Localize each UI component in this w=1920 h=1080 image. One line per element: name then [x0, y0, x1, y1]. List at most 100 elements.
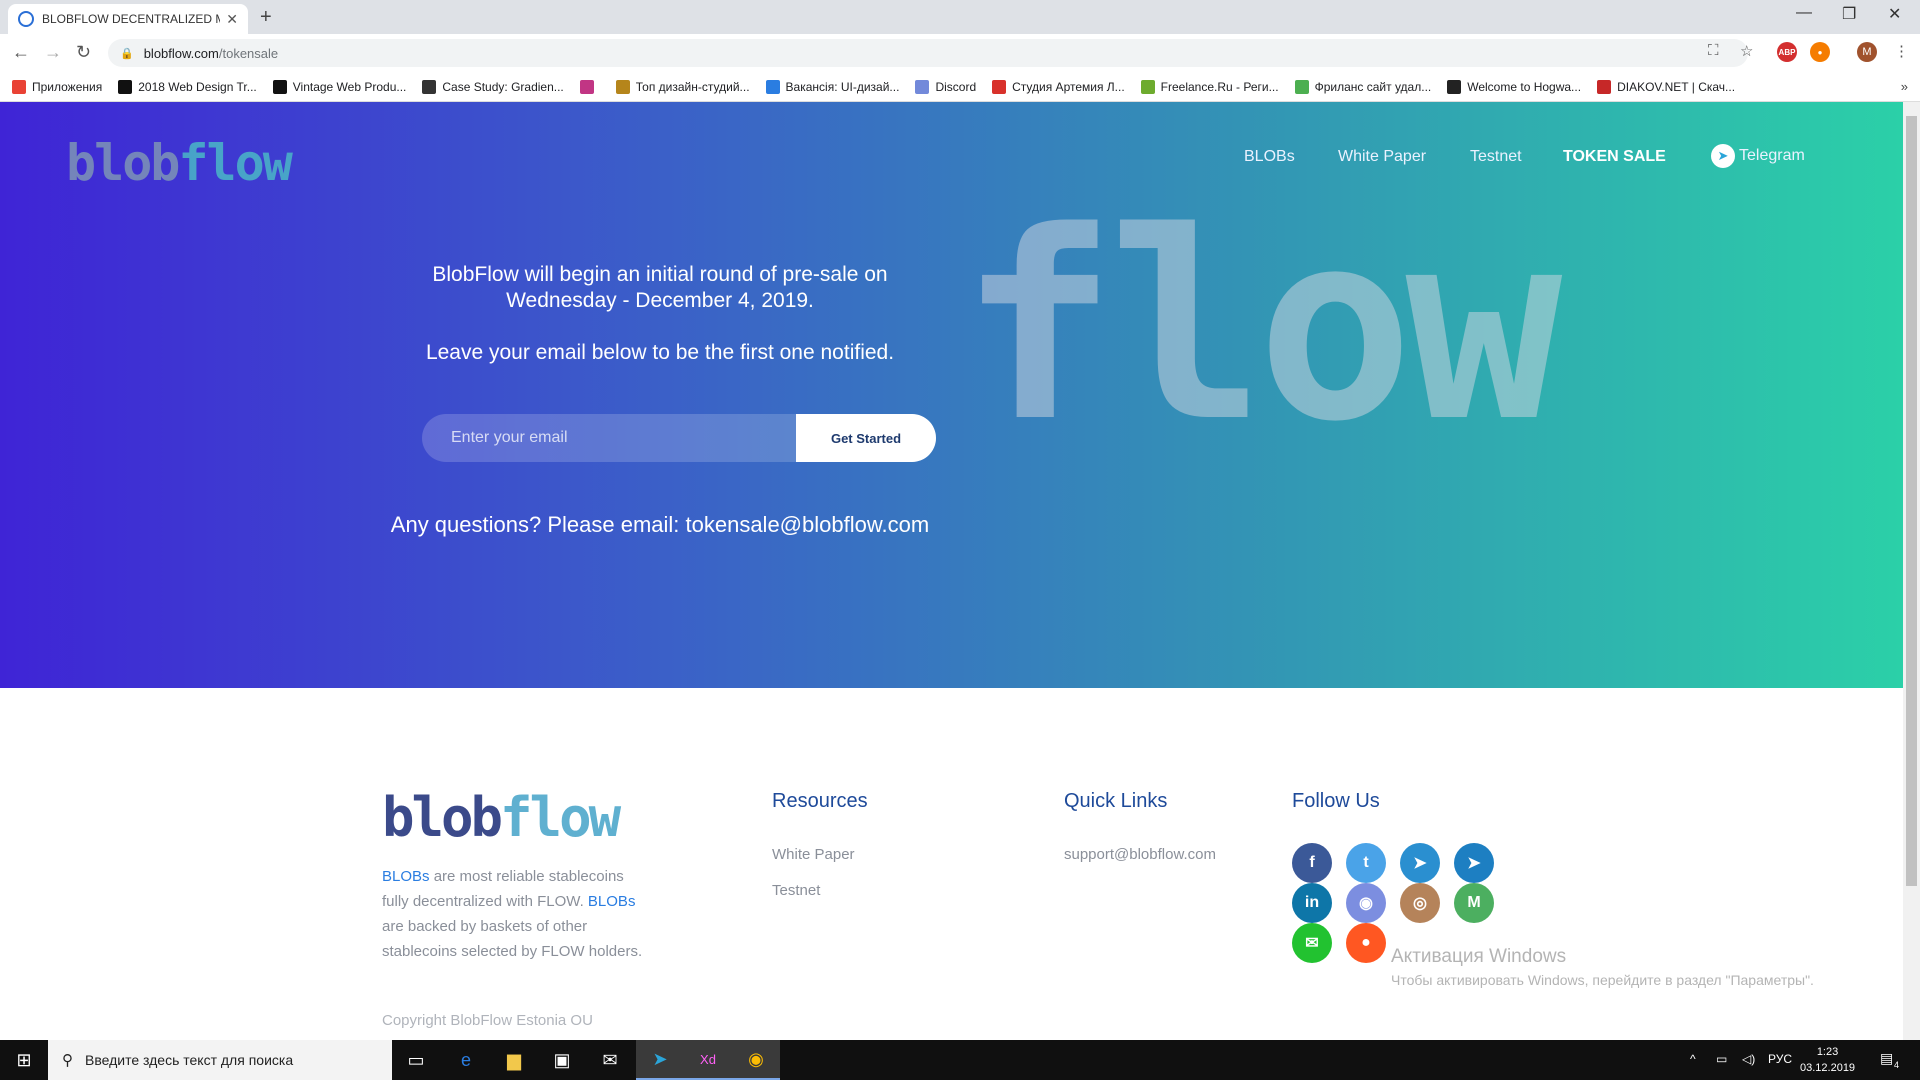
- hero-section: blobflow BLOBs White Paper Testnet TOKEN…: [0, 102, 1903, 688]
- file-explorer-icon[interactable]: ▆: [490, 1040, 538, 1080]
- volume-icon[interactable]: ◁): [1742, 1052, 1755, 1066]
- notify-text: Leave your email below to be the first o…: [425, 341, 895, 364]
- telegram-alt-icon[interactable]: ➤: [1454, 843, 1494, 883]
- translate-icon[interactable]: ⛶: [1708, 42, 1719, 59]
- back-icon[interactable]: ←: [12, 42, 30, 63]
- discord-icon[interactable]: ◉: [1346, 883, 1386, 923]
- studio-icon: [992, 79, 1007, 94]
- facebook-icon[interactable]: f: [1292, 843, 1332, 883]
- uxpin-icon: [118, 79, 133, 94]
- bookmark-item[interactable]: Приложения: [12, 79, 102, 94]
- nav-testnet[interactable]: Testnet: [1470, 148, 1522, 166]
- fl-icon: [1294, 79, 1309, 94]
- bookmark-item[interactable]: DIAKOV.NET | Скач...: [1597, 79, 1735, 94]
- taskbar-search-placeholder: Введите здесь текст для поиска: [85, 1052, 294, 1068]
- bookmark-item[interactable]: Фриланс сайт удал...: [1294, 79, 1431, 94]
- bookmark-label: Discord: [935, 79, 977, 94]
- follow-us-title: Follow Us: [1292, 790, 1380, 812]
- bookmark-item[interactable]: Welcome to Hogwa...: [1447, 79, 1582, 94]
- blobs-link[interactable]: BLOBs: [588, 893, 636, 910]
- medium-icon[interactable]: M: [1454, 883, 1494, 923]
- profile-avatar[interactable]: M: [1857, 42, 1877, 62]
- edge-icon[interactable]: e: [442, 1040, 490, 1080]
- telegram-icon[interactable]: ➤: [1400, 843, 1440, 883]
- nav-white-paper[interactable]: White Paper: [1338, 148, 1426, 166]
- bookmark-item[interactable]: [579, 79, 600, 94]
- reload-icon[interactable]: ↻: [76, 42, 91, 63]
- bookmark-label: Вакансія: UI-дизай...: [785, 79, 900, 94]
- extension-icon[interactable]: ●: [1810, 42, 1830, 62]
- mail-icon[interactable]: ✉: [586, 1040, 634, 1080]
- windows-activation-watermark: Активация Windows Чтобы активировать Win…: [1391, 946, 1814, 988]
- footer-link-testnet[interactable]: Testnet: [772, 882, 820, 899]
- clock-date: 03.12.2019: [1800, 1062, 1856, 1074]
- bookmark-label: Welcome to Hogwa...: [1467, 79, 1582, 94]
- instagram-icon[interactable]: ◎: [1400, 883, 1440, 923]
- url-path: /tokensale: [218, 45, 279, 61]
- bookmark-star-icon[interactable]: ☆: [1740, 42, 1753, 60]
- quick-links-title: Quick Links: [1064, 790, 1168, 812]
- bookmark-item[interactable]: Вакансія: UI-дизай...: [765, 79, 900, 94]
- target-icon: [765, 79, 780, 94]
- wechat-icon[interactable]: ✉: [1292, 923, 1332, 963]
- footer-logo: blobflow: [382, 786, 621, 849]
- language-indicator[interactable]: РУС: [1768, 1052, 1792, 1066]
- bookmark-item[interactable]: 2018 Web Design Tr...: [118, 79, 257, 94]
- clock[interactable]: 1:23 03.12.2019: [1800, 1044, 1855, 1076]
- search-icon: ⚲: [62, 1052, 73, 1069]
- minimize-icon[interactable]: —: [1796, 4, 1812, 22]
- bookmark-label: Топ дизайн-студий...: [635, 79, 750, 94]
- address-bar[interactable]: 🔒 blobflow.com/tokensale: [108, 39, 1748, 67]
- new-tab-icon[interactable]: +: [260, 6, 272, 29]
- tray-chevron-icon[interactable]: ^: [1690, 1052, 1696, 1066]
- adobe-xd-icon[interactable]: Xd: [684, 1040, 732, 1080]
- bookmarks-bar: Приложения 2018 Web Design Tr... Vintage W…: [0, 72, 1920, 102]
- adblock-icon[interactable]: ABP: [1777, 42, 1797, 62]
- linkedin-icon[interactable]: in: [1292, 883, 1332, 923]
- bookmark-item[interactable]: Discord: [915, 79, 977, 94]
- resources-title: Resources: [772, 790, 868, 812]
- task-view-icon[interactable]: ▭: [392, 1040, 440, 1080]
- blobs-link[interactable]: BLOBs: [382, 868, 430, 885]
- forward-icon[interactable]: →: [44, 42, 62, 63]
- nav-token-sale[interactable]: TOKEN SALE: [1563, 148, 1666, 166]
- clock-time: 1:23: [1816, 1046, 1839, 1058]
- windows-taskbar: ⊞ ⚲ Введите здесь текст для поиска ▭ e ▆…: [0, 1040, 1920, 1080]
- support-email-link[interactable]: support@blobflow.com: [1064, 846, 1216, 863]
- bookmark-item[interactable]: Топ дизайн-студий...: [615, 79, 750, 94]
- start-button[interactable]: ⊞: [0, 1040, 48, 1080]
- notifications-icon[interactable]: ▤: [1880, 1050, 1893, 1067]
- header-logo[interactable]: blobflow: [66, 134, 293, 192]
- taskbar-search[interactable]: ⚲ Введите здесь текст для поиска: [48, 1040, 392, 1080]
- footer-link-white-paper[interactable]: White Paper: [772, 846, 855, 863]
- toolbar: ← → ↻ 🔒 blobflow.com/tokensale ⛶ ☆ ABP ●…: [0, 34, 1920, 72]
- ruler-icon: [615, 79, 630, 94]
- bookmarks-overflow-icon[interactable]: »: [1901, 79, 1908, 94]
- url-host: blobflow.com: [143, 45, 219, 61]
- store-icon[interactable]: ▣: [538, 1040, 586, 1080]
- bookmark-item[interactable]: Vintage Web Produ...: [272, 79, 406, 94]
- menu-kebab-icon[interactable]: ⋮: [1894, 42, 1909, 60]
- network-icon[interactable]: ▭: [1716, 1052, 1727, 1066]
- email-input[interactable]: [422, 414, 796, 462]
- bookmark-item[interactable]: Студия Артемия Л...: [992, 79, 1125, 94]
- chrome-icon[interactable]: ◉: [732, 1040, 780, 1080]
- presale-announcement: BlobFlow will begin an initial round of …: [432, 263, 888, 312]
- get-started-button[interactable]: Get Started: [796, 414, 936, 462]
- restore-icon[interactable]: ❐: [1842, 4, 1856, 24]
- reddit-icon[interactable]: ●: [1346, 923, 1386, 963]
- page-scrollbar[interactable]: [1903, 102, 1920, 1040]
- scrollbar-thumb[interactable]: [1906, 116, 1917, 886]
- contact-text: Any questions? Please email: tokensale@b…: [390, 512, 930, 537]
- bookmark-item[interactable]: Freelance.Ru - Реги...: [1140, 79, 1279, 94]
- apps-grid-icon: [12, 79, 26, 94]
- tab-active[interactable]: BLOBFLOW DECENTRALIZED MO ✕: [8, 4, 248, 34]
- window-close-icon[interactable]: ✕: [1888, 4, 1901, 24]
- nav-telegram[interactable]: ➤ Telegram: [1711, 144, 1805, 168]
- twitter-icon[interactable]: t: [1346, 843, 1386, 883]
- bookmark-item[interactable]: Case Study: Gradien...: [422, 79, 564, 94]
- notification-count: 4: [1894, 1060, 1900, 1070]
- nav-blobs[interactable]: BLOBs: [1244, 148, 1295, 166]
- tab-close-icon[interactable]: ✕: [226, 11, 238, 28]
- telegram-app-icon[interactable]: ➤: [636, 1040, 684, 1080]
